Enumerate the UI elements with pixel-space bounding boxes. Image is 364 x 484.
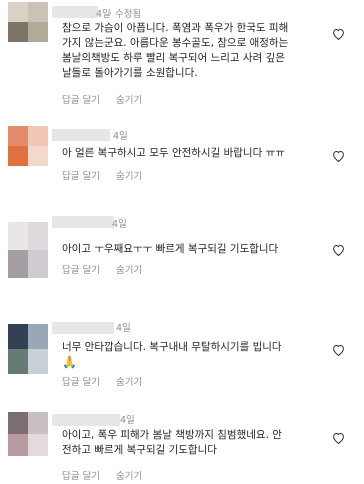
reply-button[interactable]: 답글 달기 (62, 168, 100, 182)
username[interactable] (52, 322, 114, 334)
comment-item: 4일 아이고 ㅜ우째요ㅜㅜ 빠르게 복구되길 기도합니다 답글 달기 숨기기 (0, 210, 364, 310)
comment-time: 4일 (113, 131, 128, 142)
username[interactable] (52, 216, 114, 228)
comment-actions: 답글 달기 숨기기 (62, 92, 158, 106)
avatar[interactable] (8, 412, 48, 456)
username[interactable] (52, 129, 110, 141)
comment-time: 4일 (116, 323, 131, 334)
heart-outline-icon[interactable] (332, 432, 345, 444)
avatar[interactable] (8, 222, 48, 278)
folded-hands-emoji: 🙏 (62, 355, 77, 369)
comment-actions: 답글 달기 숨기기 (62, 168, 158, 182)
comment-item: 4일 아이고, 폭우 피해가 봄날 책방까지 침범했네요. 안 전하고 빠르게 … (0, 402, 364, 484)
hide-button[interactable]: 숨기기 (116, 374, 142, 388)
username[interactable] (52, 414, 120, 426)
comment-text: 아이고 ㅜ우째요ㅜㅜ 빠르게 복구되길 기도합니다 (62, 243, 279, 255)
comment-item: 4일 아 얼른 복구하시고 모두 안전하시길 바랍니다 ㅠㅠ 답글 달기 숨기기 (0, 116, 364, 210)
heart-outline-icon[interactable] (332, 150, 345, 162)
hide-button[interactable]: 숨기기 (116, 168, 142, 182)
comment-text: 너무 안타깝습니다. 복구내내 무탈하시기를 빕니다 (62, 341, 282, 353)
comment-item: 4일 · 수정됨 참으로 가슴이 아픕니다. 폭염과 폭우가 한국도 피해 가지… (0, 0, 364, 116)
edited-label: · 수정됨 (109, 9, 142, 20)
avatar[interactable] (8, 2, 48, 42)
comment-actions: 답글 달기 숨기기 (62, 374, 158, 388)
comment-text: 아 얼른 복구하시고 모두 안전하시길 바랍니다 ㅠㅠ (62, 147, 285, 159)
comment-actions: 답글 달기 숨기기 (62, 262, 158, 276)
comment-text: 참으로 가슴이 아픕니다. 폭염과 폭우가 한국도 피해 가지 않는군요. 아름… (62, 22, 289, 79)
heart-outline-icon[interactable] (332, 244, 345, 256)
hide-button[interactable]: 숨기기 (116, 468, 142, 482)
reply-button[interactable]: 답글 달기 (62, 262, 100, 276)
hide-button[interactable]: 숨기기 (116, 92, 142, 106)
reply-button[interactable]: 답글 달기 (62, 468, 100, 482)
comment-time: 4일 (112, 219, 127, 230)
comment-item: 4일 너무 안타깝습니다. 복구내내 무탈하시기를 빕니다 🙏 답글 달기 숨기기 (0, 310, 364, 402)
avatar[interactable] (8, 126, 48, 166)
heart-outline-icon[interactable] (332, 344, 345, 356)
hide-button[interactable]: 숨기기 (116, 262, 142, 276)
reply-button[interactable]: 답글 달기 (62, 92, 100, 106)
comment-actions: 답글 달기 숨기기 (62, 468, 158, 482)
reply-button[interactable]: 답글 달기 (62, 374, 100, 388)
comment-time: 4일 (120, 415, 135, 426)
username[interactable] (52, 6, 98, 18)
avatar[interactable] (8, 324, 48, 374)
heart-outline-icon[interactable] (332, 28, 345, 40)
comment-text: 아이고, 폭우 피해가 봄날 책방까지 침범했네요. 안 전하고 빠르게 복구되… (62, 429, 282, 456)
